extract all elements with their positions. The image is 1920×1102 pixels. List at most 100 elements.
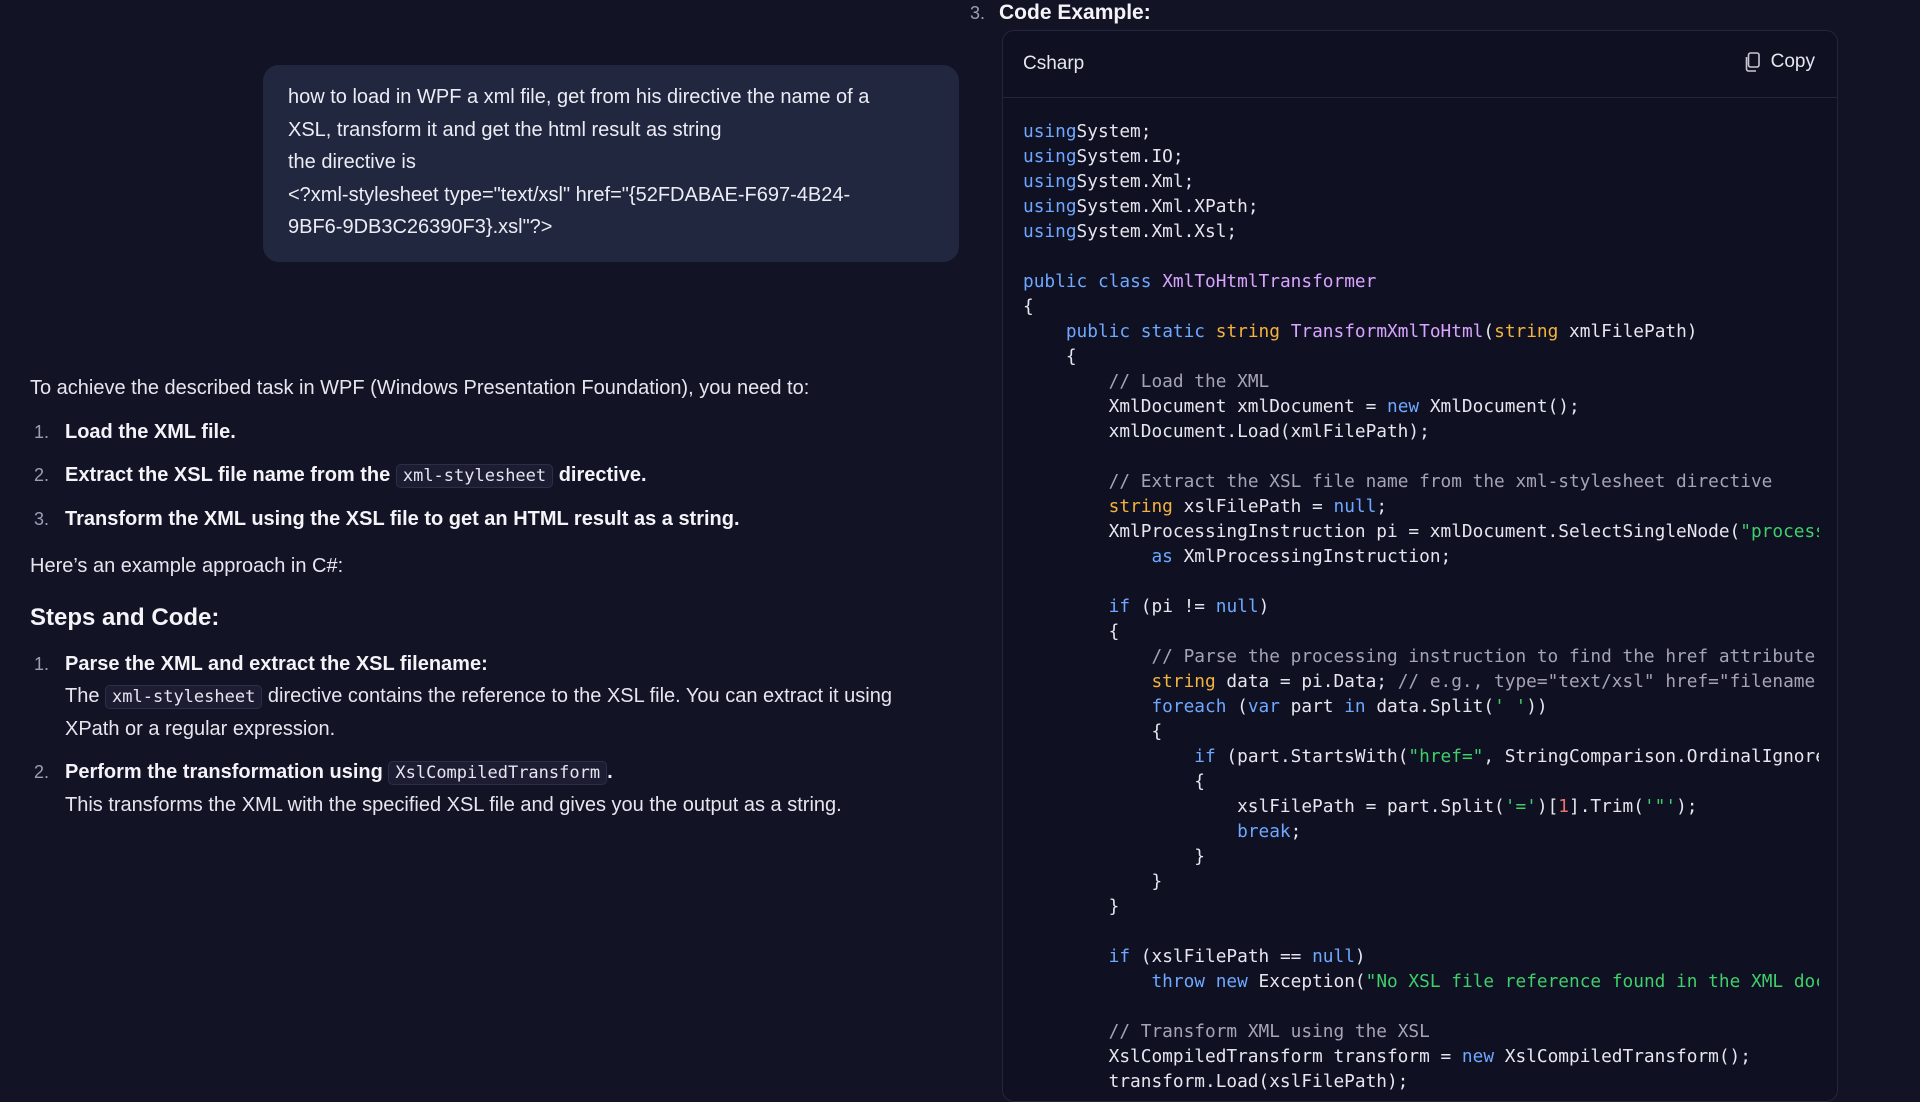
code-line: throw new Exception("No XSL file referen… (1023, 969, 1819, 994)
code-line: } (1023, 894, 1819, 919)
code-token: ) (1354, 946, 1366, 967)
code-line: public class XmlToHtmlTransformer (1023, 269, 1819, 294)
code-token: { (1023, 721, 1163, 742)
code-token: '=' (1504, 796, 1537, 817)
list-number: 2. (34, 465, 50, 485)
code-line: // Transform XML using the XSL (1023, 1019, 1819, 1044)
code-token: public (1065, 321, 1131, 342)
code-token: using (1023, 171, 1077, 192)
code-token: using (1023, 196, 1077, 217)
code-line: break; (1023, 819, 1819, 844)
desc-text: The (65, 685, 106, 707)
code-token: null (1215, 596, 1259, 617)
sub-step-title-end: . (607, 761, 613, 783)
code-example-heading: 3. Code Example: (970, 0, 1151, 26)
code-line: usingSystem; (1023, 119, 1819, 144)
code-token: new (1461, 1046, 1495, 1067)
code-token: TransformXmlToHtml (1290, 321, 1484, 342)
code-token: // Parse the processing instruction to f… (1151, 646, 1816, 667)
code-token: } (1023, 896, 1120, 917)
example-line: Here’s an example approach in C#: (30, 555, 344, 577)
sub-steps-list: 1. Parse the XML and extract the XSL fil… (30, 648, 910, 821)
user-message-line: the directive is (288, 151, 416, 173)
code-token: { (1023, 296, 1034, 317)
code-token: } (1023, 846, 1205, 867)
code-token: null (1333, 496, 1377, 517)
code-token: null (1312, 946, 1355, 967)
code-token: if (1194, 746, 1216, 767)
code-token: static (1140, 321, 1206, 342)
code-token: break (1237, 821, 1291, 842)
code-token: using (1023, 146, 1077, 167)
code-line: xmlDocument.Load(xmlFilePath); (1023, 419, 1819, 444)
section-title: Steps and Code: (30, 604, 220, 631)
answer-steps-list: 1. Load the XML file. 2. Extract the XSL… (30, 416, 910, 535)
code-token: new (1386, 396, 1420, 417)
code-line: { (1023, 344, 1819, 369)
code-token: string (1151, 671, 1216, 692)
code-token: xslFilePath = (1172, 496, 1334, 517)
step-text: Transform the XML using the XSL file to … (65, 508, 740, 530)
code-line: foreach (var part in data.Split(' ')) (1023, 694, 1819, 719)
code-token: "processing-instruction('xml-stylesheet'… (1740, 521, 1819, 542)
user-message-line: 9BF6-9DB3C26390F3}.xsl"?> (288, 216, 553, 238)
inline-code: XslCompiledTransform (388, 761, 608, 785)
code-example-title: Code Example: (999, 1, 1151, 24)
code-token: (xslFilePath == (1130, 946, 1313, 967)
list-item: 2. Perform the transformation using XslC… (30, 756, 910, 821)
code-token: ; (1376, 496, 1388, 517)
code-token: )[ (1536, 796, 1559, 817)
code-line: transform.Load(xslFilePath); (1023, 1069, 1819, 1094)
code-token: )) (1526, 696, 1548, 717)
user-message-line: <?xml-stylesheet type="text/xsl" href="{… (288, 183, 851, 206)
code-token: using (1023, 121, 1077, 142)
code-content[interactable]: usingSystem; usingSystem.IO; usingSystem.X… (1023, 119, 1819, 1101)
code-token: (pi != (1130, 596, 1216, 617)
code-language-label: Csharp (1023, 53, 1085, 74)
code-token: '"' (1643, 796, 1677, 817)
copy-code-button[interactable]: Copy (1745, 51, 1815, 73)
step-text: Load the XML file. (65, 421, 236, 443)
user-message-bubble: how to load in WPF a xml file, get from … (263, 65, 959, 262)
code-line: string data = pi.Data; // e.g., type="te… (1023, 669, 1819, 694)
code-line: } (1023, 844, 1819, 869)
inline-code: xml-stylesheet (395, 464, 554, 488)
code-token: // Extract the XSL file name from the xm… (1108, 471, 1773, 492)
code-token: System; (1076, 121, 1152, 142)
code-token: xmlDocument.Load(xmlFilePath); (1023, 421, 1430, 442)
code-token: ' ' (1494, 696, 1527, 717)
code-token: "No XSL file reference found in the XML … (1365, 971, 1819, 992)
assistant-answer: To achieve the described task in WPF (Wi… (30, 372, 910, 821)
code-token: data.Split( (1365, 696, 1495, 717)
code-line: { (1023, 769, 1819, 794)
code-token: XmlDocument xmlDocument = (1023, 396, 1387, 417)
user-message-line: XSL, transform it and get the html resul… (288, 118, 722, 141)
list-number: 1. (34, 422, 50, 442)
code-token: (part.StartsWith( (1215, 746, 1409, 767)
code-token: transform.Load(xslFilePath); (1023, 1071, 1409, 1092)
code-token: string (1108, 496, 1173, 517)
code-token: var (1247, 696, 1280, 717)
answer-intro: To achieve the described task in WPF (Wi… (30, 377, 810, 399)
code-token: in (1344, 696, 1366, 717)
sub-step-title: Parse the XML and extract the XSL filena… (65, 653, 488, 675)
code-token: { (1023, 346, 1077, 367)
step-text: directive. (553, 464, 647, 486)
code-token: XslCompiledTransform transform = (1023, 1046, 1462, 1067)
code-token: xslFilePath = part.Split( (1023, 796, 1505, 817)
code-token: XmlProcessingInstruction; (1172, 546, 1452, 567)
